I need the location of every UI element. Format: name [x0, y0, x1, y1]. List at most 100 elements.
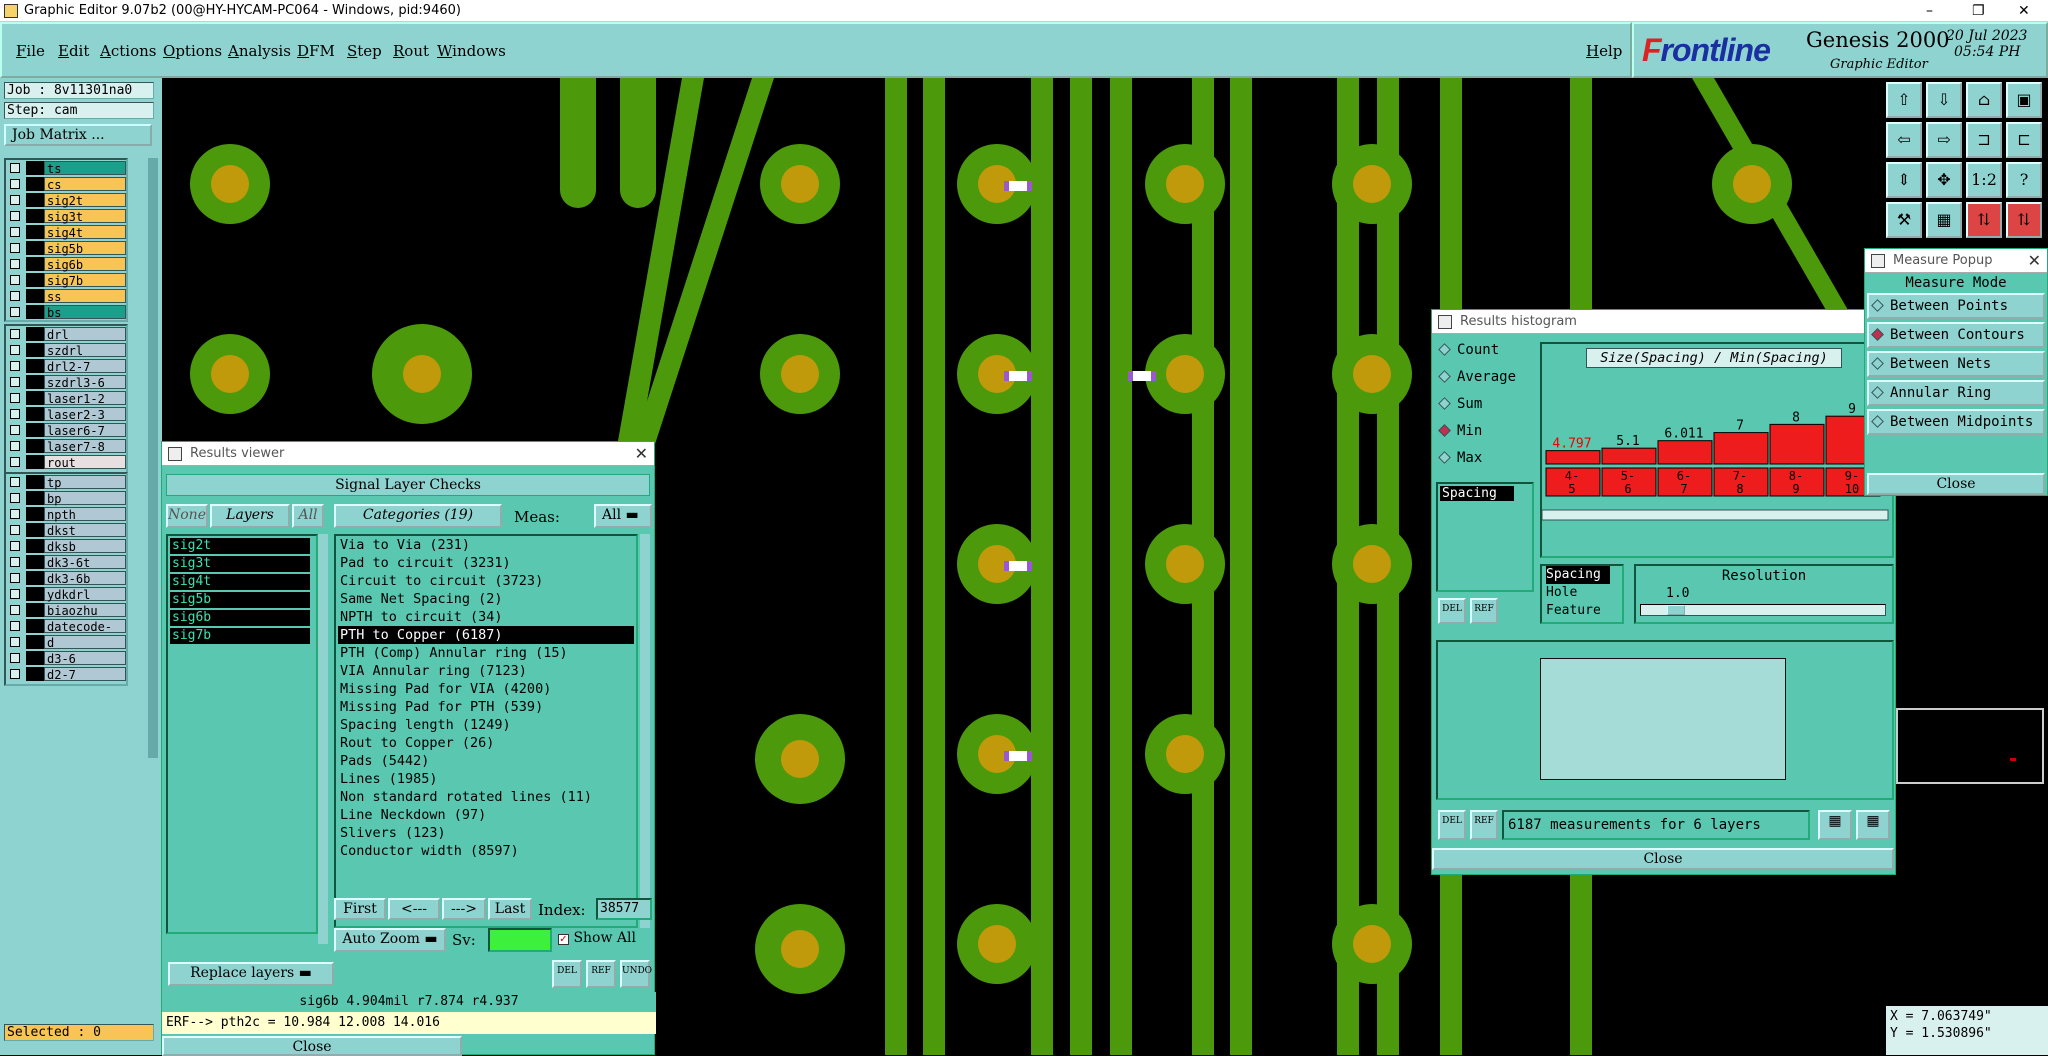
layer-checkbox[interactable] — [10, 329, 20, 339]
type-spacing[interactable]: Spacing — [1546, 566, 1610, 584]
layer-checkbox[interactable] — [10, 605, 20, 615]
job-matrix-button[interactable]: Job Matrix ... — [4, 124, 152, 146]
category-item[interactable]: VIA Annular ring (7123) — [338, 662, 634, 680]
histogram-bar[interactable] — [1657, 440, 1713, 465]
layer-checkbox[interactable] — [10, 637, 20, 647]
layers-none-button[interactable]: None — [166, 504, 208, 528]
layer-row[interactable]: sig4t — [6, 224, 126, 240]
layer-checkbox[interactable] — [10, 669, 20, 679]
layer-checkbox[interactable] — [10, 573, 20, 583]
category-item[interactable]: Rout to Copper (26) — [338, 734, 634, 752]
layer-name[interactable]: sig5b — [44, 241, 126, 256]
layer-name[interactable]: dk3-6t — [44, 555, 126, 570]
layer-name[interactable]: szdrl3-6 — [44, 375, 126, 390]
measure-option[interactable]: Annular Ring — [1867, 380, 2045, 406]
pan-icon[interactable]: ✥ — [1926, 162, 1962, 198]
layer-row[interactable]: dkst — [6, 522, 126, 538]
measurement-marker[interactable] — [1128, 371, 1156, 381]
layer-name[interactable]: bp — [44, 491, 126, 506]
layer-name[interactable]: rout — [44, 455, 126, 470]
layer-row[interactable]: biaozhu — [6, 602, 126, 618]
layer-checkbox[interactable] — [10, 275, 20, 285]
layer-row[interactable]: dk3-6b — [6, 570, 126, 586]
measure-option[interactable]: Between Nets — [1867, 351, 2045, 377]
close-icon[interactable]: ✕ — [2028, 249, 2041, 273]
layer-row[interactable]: drl — [6, 326, 126, 342]
scale-icon[interactable]: 1:2 — [1966, 162, 2002, 198]
menu-file[interactable]: File — [16, 42, 45, 60]
layer-checkbox[interactable] — [10, 525, 20, 535]
layer-name[interactable]: ss — [44, 289, 126, 304]
close-window-button[interactable]: ✕ — [2018, 0, 2030, 22]
layer-checkbox[interactable] — [10, 243, 20, 253]
hist-del-button-2[interactable]: DEL — [1438, 810, 1466, 840]
layer-row[interactable]: npth — [6, 506, 126, 522]
layer-name[interactable]: datecode-bs — [44, 619, 126, 648]
minimize-button[interactable]: – — [1926, 0, 1933, 22]
layer-name[interactable]: sig2t — [44, 193, 126, 208]
measurement-marker[interactable] — [1004, 181, 1032, 191]
layer-scrollbar[interactable] — [148, 158, 158, 758]
layer-list-item[interactable]: sig6b — [170, 610, 310, 626]
measurement-marker[interactable] — [1004, 561, 1032, 571]
category-item[interactable]: Circuit to circuit (3723) — [338, 572, 634, 590]
layer-row[interactable]: ss — [6, 288, 126, 304]
menu-actions[interactable]: Actions — [100, 42, 156, 60]
category-item[interactable]: Missing Pad for VIA (4200) — [338, 680, 634, 698]
layer-row[interactable]: laser6-7 — [6, 422, 126, 438]
histogram-bar[interactable] — [1769, 423, 1825, 465]
category-item[interactable]: Via to Via (231) — [338, 536, 634, 554]
mode-radio-count[interactable]: Count — [1436, 342, 1499, 358]
category-item[interactable]: Pad to circuit (3231) — [338, 554, 634, 572]
histogram-scrollbar[interactable] — [1542, 509, 1889, 521]
left-icon[interactable]: ⇦ — [1886, 122, 1922, 158]
mode-radio-sum[interactable]: Sum — [1436, 396, 1482, 412]
layer-name[interactable]: drl2-7 — [44, 359, 126, 374]
unfit-icon[interactable]: ⊏ — [2006, 122, 2042, 158]
index-field[interactable]: 38577 — [596, 898, 652, 920]
layer-checkbox[interactable] — [10, 441, 20, 451]
layer-name[interactable]: ydkdrl — [44, 587, 126, 602]
layer-checkbox[interactable] — [10, 377, 20, 387]
window-icon[interactable]: ▣ — [2006, 82, 2042, 118]
layer-row[interactable]: sig7b — [6, 272, 126, 288]
layer-checkbox[interactable] — [10, 195, 20, 205]
chart-export-icon-2[interactable]: ▦ — [1856, 810, 1890, 840]
category-item[interactable]: Non standard rotated lines (11) — [338, 788, 634, 806]
menu-options[interactable]: Options — [163, 42, 222, 60]
layer-row[interactable]: laser2-3 — [6, 406, 126, 422]
category-item[interactable]: Missing Pad for PTH (539) — [338, 698, 634, 716]
layer-checkbox[interactable] — [10, 259, 20, 269]
layers-list[interactable]: sig2t sig3t sig4t sig5b sig6b sig7b — [166, 534, 318, 934]
layer-name[interactable]: tp — [44, 475, 126, 490]
layer-list-item[interactable]: sig3t — [170, 556, 310, 572]
fit-icon[interactable]: ⊐ — [1966, 122, 2002, 158]
layer-row[interactable]: laser1-2 — [6, 390, 126, 406]
layer-list-item[interactable]: sig4t — [170, 574, 310, 590]
right-icon[interactable]: ⇨ — [1926, 122, 1962, 158]
snap-icon[interactable]: ⇅ — [1966, 202, 2002, 238]
layer-name[interactable]: laser6-7 — [44, 423, 126, 438]
zoom-icon[interactable]: ⇕ — [1886, 162, 1922, 198]
layer-name[interactable]: d — [44, 635, 126, 650]
layer-checkbox[interactable] — [10, 163, 20, 173]
layer-name[interactable]: sig6b — [44, 257, 126, 272]
category-item[interactable]: Conductor width (8597) — [338, 842, 634, 860]
layer-name[interactable]: biaozhu — [44, 603, 126, 618]
up-icon[interactable]: ⇧ — [1886, 82, 1922, 118]
next-button[interactable]: ---> — [442, 898, 486, 920]
layer-checkbox[interactable] — [10, 589, 20, 599]
hist-ref-button[interactable]: REF — [1470, 598, 1498, 624]
layer-row[interactable]: drl2-7 — [6, 358, 126, 374]
categories-scrollbar[interactable] — [640, 534, 650, 928]
del-button[interactable]: DEL — [552, 960, 582, 988]
layer-row[interactable]: laser7-8 — [6, 438, 126, 454]
category-item[interactable]: Slivers (123) — [338, 824, 634, 842]
mode-radio-max[interactable]: Max — [1436, 450, 1482, 466]
layer-row[interactable]: dk3-6t — [6, 554, 126, 570]
tool-icon[interactable]: ⚒ — [1886, 202, 1922, 238]
layer-name[interactable]: drl — [44, 327, 126, 342]
overview-map[interactable] — [1896, 708, 2044, 784]
layer-list-item[interactable]: sig5b — [170, 592, 310, 608]
layer-row[interactable]: datecode-bs — [6, 618, 126, 648]
